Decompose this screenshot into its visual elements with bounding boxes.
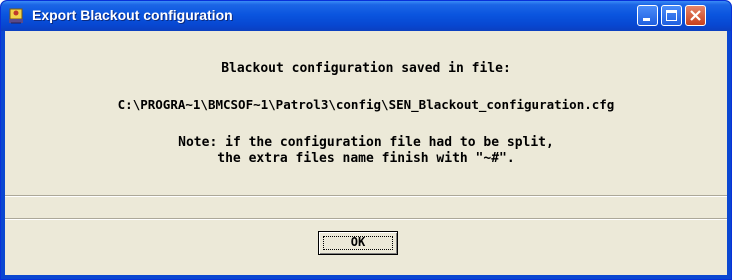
window-title: Export Blackout configuration: [32, 7, 233, 23]
note-line-1: Note: if the configuration file had to b…: [178, 135, 554, 150]
saved-message: Blackout configuration saved in file:: [221, 61, 511, 76]
ok-button[interactable]: OK: [318, 231, 398, 255]
minimize-button[interactable]: [637, 5, 658, 26]
minimize-icon: [643, 18, 650, 21]
file-path: C:\PROGRA~1\BMCSOF~1\Patrol3\config\SEN_…: [117, 97, 615, 112]
window-frame-right: [727, 31, 731, 279]
dialog-window: Export Blackout configuration Blackout c…: [0, 0, 732, 280]
dialog-body: Blackout configuration saved in file: C:…: [5, 31, 727, 275]
divider: [5, 218, 727, 220]
title-bar[interactable]: Export Blackout configuration: [1, 1, 731, 31]
close-icon: [690, 10, 701, 21]
close-button[interactable]: [685, 5, 706, 26]
note-line-2: the extra files name finish with "~#".: [217, 151, 515, 166]
app-icon[interactable]: [7, 7, 25, 25]
maximize-button[interactable]: [661, 5, 682, 26]
maximize-icon: [666, 10, 677, 21]
window-frame-bottom: [1, 275, 731, 279]
divider: [5, 195, 727, 197]
